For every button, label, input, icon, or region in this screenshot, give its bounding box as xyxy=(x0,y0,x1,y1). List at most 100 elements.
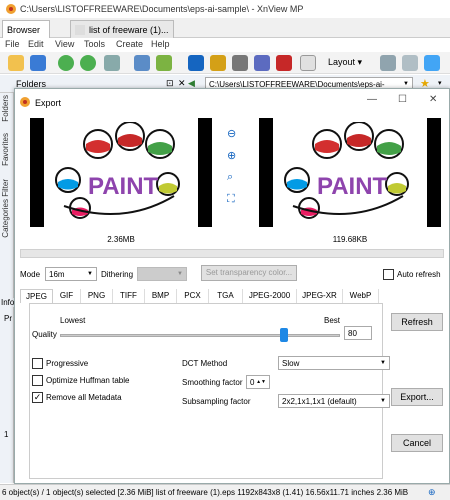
dithering-select[interactable]: ▼ xyxy=(137,267,187,281)
menu-help[interactable]: Help xyxy=(151,39,170,49)
letterbox-left xyxy=(259,118,273,227)
letterbox-right xyxy=(427,118,441,227)
optimize-huffman-checkbox[interactable] xyxy=(32,375,43,386)
edit-icon[interactable] xyxy=(156,55,172,71)
grid-icon[interactable] xyxy=(30,55,46,71)
maximize-icon[interactable]: ☐ xyxy=(398,94,407,105)
toolbar: Layout ▾ xyxy=(0,52,450,74)
binoculars-icon[interactable] xyxy=(188,55,204,71)
quality-value-input[interactable]: 80 xyxy=(344,326,372,340)
convert-icon[interactable] xyxy=(276,55,292,71)
zoom-actual-icon[interactable]: ⛶ xyxy=(227,193,241,207)
info-tab-fragment[interactable]: Info xyxy=(1,298,15,307)
quality-slider-thumb[interactable] xyxy=(280,328,288,342)
export-icon[interactable] xyxy=(210,55,226,71)
smoothing-factor-input[interactable]: 0 ▲▼ xyxy=(246,375,270,389)
format-tab-jpeg[interactable]: JPEG xyxy=(20,289,53,303)
side-tabs: Folders Favorites Categories Filter xyxy=(0,93,14,483)
remove-metadata-label: Remove all Metadata xyxy=(46,393,122,402)
close-icon[interactable]: ✕ xyxy=(429,94,437,105)
jpeg-options-panel: Lowest Best Quality 80 Progressive Optim… xyxy=(29,303,390,479)
settings-icon[interactable] xyxy=(300,55,316,71)
auto-refresh-label: Auto refresh xyxy=(397,270,441,279)
format-tab-tga[interactable]: TGA xyxy=(209,289,243,303)
format-tab-bmp[interactable]: BMP xyxy=(145,289,177,303)
fullscreen-icon[interactable] xyxy=(380,55,396,71)
tab-image[interactable]: list of freeware (1)... xyxy=(70,20,174,38)
side-tab-categories-filter[interactable]: Categories Filter xyxy=(1,179,10,238)
quality-lowest-label: Lowest xyxy=(60,316,86,325)
menu-edit[interactable]: Edit xyxy=(28,39,44,49)
title-bar: C:\Users\LISTOFFREEWARE\Documents\eps-ai… xyxy=(0,0,450,18)
refresh-button[interactable]: Refresh xyxy=(391,313,443,331)
letterbox-right xyxy=(198,118,212,227)
mode-select[interactable]: 16m ▼ xyxy=(45,267,97,281)
format-tab-jpegxr[interactable]: JPEG-XR xyxy=(297,289,343,303)
menu-view[interactable]: View xyxy=(55,39,74,49)
remove-metadata-checkbox[interactable]: ✓ xyxy=(32,392,43,403)
zoom-fit-icon[interactable]: ⌕ xyxy=(227,171,241,185)
original-size: 2.36MB xyxy=(107,235,135,244)
mode-value: 16m xyxy=(49,270,65,279)
menu-create[interactable]: Create xyxy=(116,39,143,49)
xnview-logo-icon xyxy=(20,97,30,107)
slideshow-icon[interactable] xyxy=(134,55,150,71)
zoom-status-icon[interactable]: ⊕ xyxy=(428,487,436,498)
print-icon[interactable] xyxy=(232,55,248,71)
image-thumbnail-icon xyxy=(75,25,85,35)
status-text: 6 object(s) / 1 object(s) selected [2.36… xyxy=(2,488,409,497)
format-tab-png[interactable]: PNG xyxy=(81,289,113,303)
quality-slider-track[interactable] xyxy=(60,334,340,337)
letterbox-left xyxy=(30,118,44,227)
subsampling-factor-select[interactable]: 2x2,1x1,1x1 (default) ▼ xyxy=(278,394,390,408)
side-tab-favorites[interactable]: Favorites xyxy=(1,133,10,166)
export-button[interactable]: Export... xyxy=(391,388,443,406)
chevron-down-icon[interactable]: ▾ xyxy=(438,79,442,87)
progressive-checkbox[interactable] xyxy=(32,358,43,369)
zoom-out-icon[interactable]: ⊖ xyxy=(227,127,241,141)
preview-size: 119.68KB xyxy=(332,235,368,244)
original-preview: PAINT xyxy=(30,118,212,227)
rotate-right-icon[interactable] xyxy=(80,55,96,71)
mode-label: Mode xyxy=(20,270,41,279)
menu-bar: File Edit View Tools Create Help xyxy=(0,38,450,52)
folder-icon[interactable] xyxy=(8,55,24,71)
smoothing-factor-value: 0 xyxy=(250,378,255,387)
format-tab-gif[interactable]: GIF xyxy=(53,289,81,303)
subsampling-factor-label: Subsampling factor xyxy=(182,397,251,406)
status-bar: 6 object(s) / 1 object(s) selected [2.36… xyxy=(0,484,450,500)
paint-logo-text: PAINT xyxy=(88,173,159,200)
dct-method-select[interactable]: Slow ▼ xyxy=(278,356,390,370)
layout-label: Layout xyxy=(328,57,356,67)
info-icon[interactable] xyxy=(424,55,440,71)
scanner-icon[interactable] xyxy=(254,55,270,71)
tools-icon[interactable] xyxy=(104,55,120,71)
paint-image-preview: PAINT xyxy=(284,122,409,219)
side-tab-folders[interactable]: Folders xyxy=(1,95,10,122)
format-tab-tiff[interactable]: TIFF xyxy=(113,289,145,303)
tab-bar: Browser list of freeware (1)... xyxy=(0,18,450,38)
dithering-label: Dithering xyxy=(101,270,134,279)
minimize-icon[interactable]: — xyxy=(367,94,377,105)
window-icon[interactable] xyxy=(402,55,418,71)
dialog-title: Export xyxy=(35,98,62,108)
menu-file[interactable]: File xyxy=(5,39,20,49)
format-tab-jpeg2000[interactable]: JPEG-2000 xyxy=(243,289,297,303)
layout-menu[interactable]: Layout ▾ xyxy=(328,57,362,68)
row-number-fragment: 1 xyxy=(4,430,9,439)
auto-refresh-checkbox[interactable] xyxy=(383,269,394,280)
cancel-button[interactable]: Cancel xyxy=(391,434,443,452)
menu-tools[interactable]: Tools xyxy=(84,39,105,49)
zoom-in-icon[interactable]: ⊕ xyxy=(227,149,241,163)
rotate-left-icon[interactable] xyxy=(58,55,74,71)
tab-browser[interactable]: Browser xyxy=(2,20,50,38)
progress-bar xyxy=(20,249,444,258)
set-transparency-button[interactable]: Set transparency color... xyxy=(201,265,297,281)
format-tab-webp[interactable]: WebP xyxy=(343,289,379,303)
window-title: C:\Users\LISTOFFREEWARE\Documents\eps-ai… xyxy=(20,4,304,14)
format-tab-pcx[interactable]: PCX xyxy=(177,289,209,303)
subsampling-factor-value: 2x2,1x1,1x1 (default) xyxy=(282,397,357,406)
quality-best-label: Best xyxy=(324,316,341,325)
progressive-label: Progressive xyxy=(46,359,89,368)
quality-label: Quality xyxy=(32,330,57,339)
